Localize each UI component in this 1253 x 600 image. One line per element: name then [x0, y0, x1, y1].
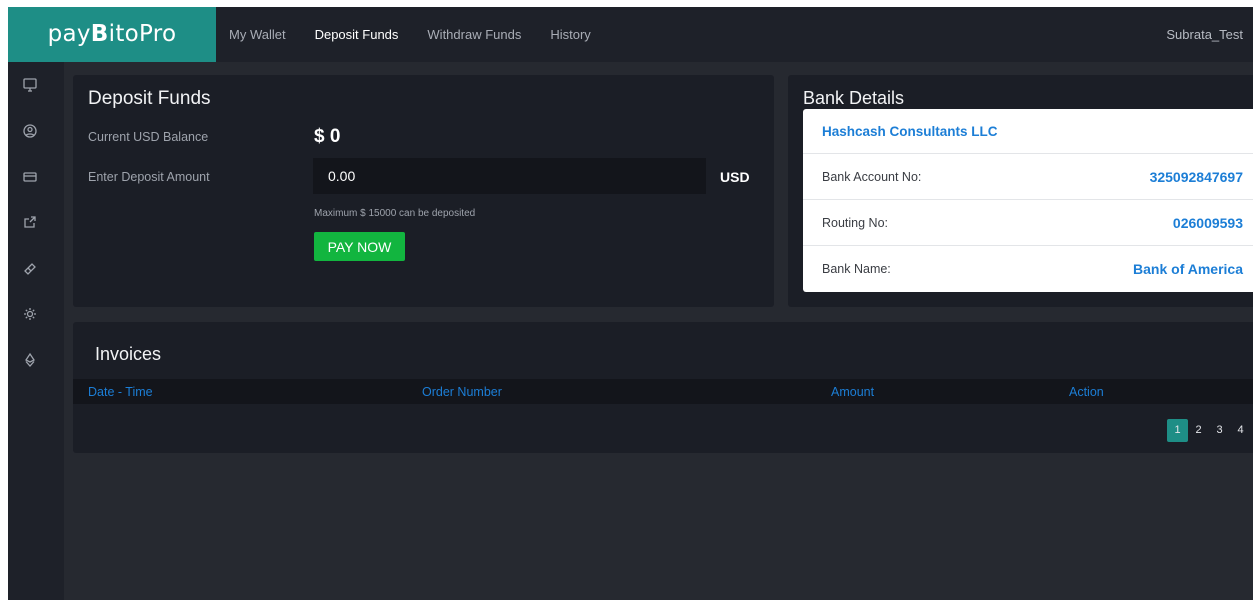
top-navigation-bar: payBitoPro My Wallet Deposit Funds Withd…: [8, 7, 1253, 62]
column-date-time[interactable]: Date - Time: [88, 385, 153, 399]
monitor-icon[interactable]: [22, 77, 42, 97]
main-nav: My Wallet Deposit Funds Withdraw Funds H…: [229, 7, 620, 62]
bank-company-name: Hashcash Consultants LLC: [822, 124, 998, 139]
balance-value: $ 0: [314, 126, 341, 147]
bank-account-label: Bank Account No:: [822, 170, 922, 184]
routing-label: Routing No:: [822, 216, 889, 230]
column-order-number[interactable]: Order Number: [422, 385, 502, 399]
deposit-funds-panel: Deposit Funds Current USD Balance $ 0 En…: [73, 75, 774, 307]
deposit-amount-label: Enter Deposit Amount: [88, 170, 210, 184]
pay-now-button[interactable]: PAY NOW: [314, 232, 405, 261]
nav-deposit-funds[interactable]: Deposit Funds: [315, 27, 399, 42]
wallet-card-icon[interactable]: [22, 169, 42, 189]
column-action[interactable]: Action: [1069, 385, 1104, 399]
logo-mark: B: [90, 21, 109, 47]
balance-label: Current USD Balance: [88, 130, 209, 144]
sidebar: [8, 62, 64, 600]
settings-icon[interactable]: [22, 306, 42, 326]
invoices-title: Invoices: [95, 344, 162, 364]
bank-account-value: 325092847697: [1149, 169, 1243, 185]
bank-name-label: Bank Name:: [822, 262, 891, 276]
page-3-button[interactable]: 3: [1209, 419, 1230, 442]
ticket-icon[interactable]: [22, 260, 42, 280]
logo-suffix: itoPro: [108, 21, 177, 47]
pagination: 1 2 3 4: [1167, 419, 1251, 442]
page-4-button[interactable]: 4: [1230, 419, 1251, 442]
logo-prefix: pay: [47, 21, 91, 47]
deposit-panel-title: Deposit Funds: [88, 88, 211, 109]
bank-company-row: Hashcash Consultants LLC: [803, 109, 1253, 154]
routing-value: 026009593: [1172, 215, 1243, 231]
column-amount[interactable]: Amount: [831, 385, 874, 399]
routing-row: Routing No: 026009593: [803, 201, 1253, 246]
bank-panel-title: Bank Details: [803, 88, 905, 108]
bank-details-card: Hashcash Consultants LLC Bank Account No…: [803, 109, 1253, 292]
page-2-button[interactable]: 2: [1188, 419, 1209, 442]
bank-details-panel: Bank Details Hashcash Consultants LLC Ba…: [788, 75, 1253, 307]
bank-account-row: Bank Account No: 325092847697: [803, 155, 1253, 200]
deposit-amount-input[interactable]: [313, 158, 706, 194]
currency-label: USD: [720, 169, 750, 185]
bank-name-value: Bank of America: [1133, 261, 1243, 277]
user-menu[interactable]: Subrata_Test: [1166, 7, 1243, 62]
app-window: payBitoPro My Wallet Deposit Funds Withd…: [8, 7, 1253, 600]
deposit-limit-hint: Maximum $ 15000 can be deposited: [314, 208, 476, 219]
nav-history[interactable]: History: [550, 27, 590, 42]
ethereum-icon[interactable]: [22, 352, 42, 372]
nav-my-wallet[interactable]: My Wallet: [229, 27, 286, 42]
share-export-icon[interactable]: [22, 214, 42, 234]
nav-withdraw-funds[interactable]: Withdraw Funds: [427, 27, 521, 42]
user-circle-icon[interactable]: [22, 123, 42, 143]
page-1-button[interactable]: 1: [1167, 419, 1188, 442]
invoices-table-header: Date - Time Order Number Amount Action: [73, 379, 1253, 404]
brand-logo[interactable]: payBitoPro: [8, 7, 216, 62]
invoices-panel: Invoices Date - Time Order Number Amount…: [73, 322, 1253, 453]
bank-name-row: Bank Name: Bank of America: [803, 247, 1253, 292]
